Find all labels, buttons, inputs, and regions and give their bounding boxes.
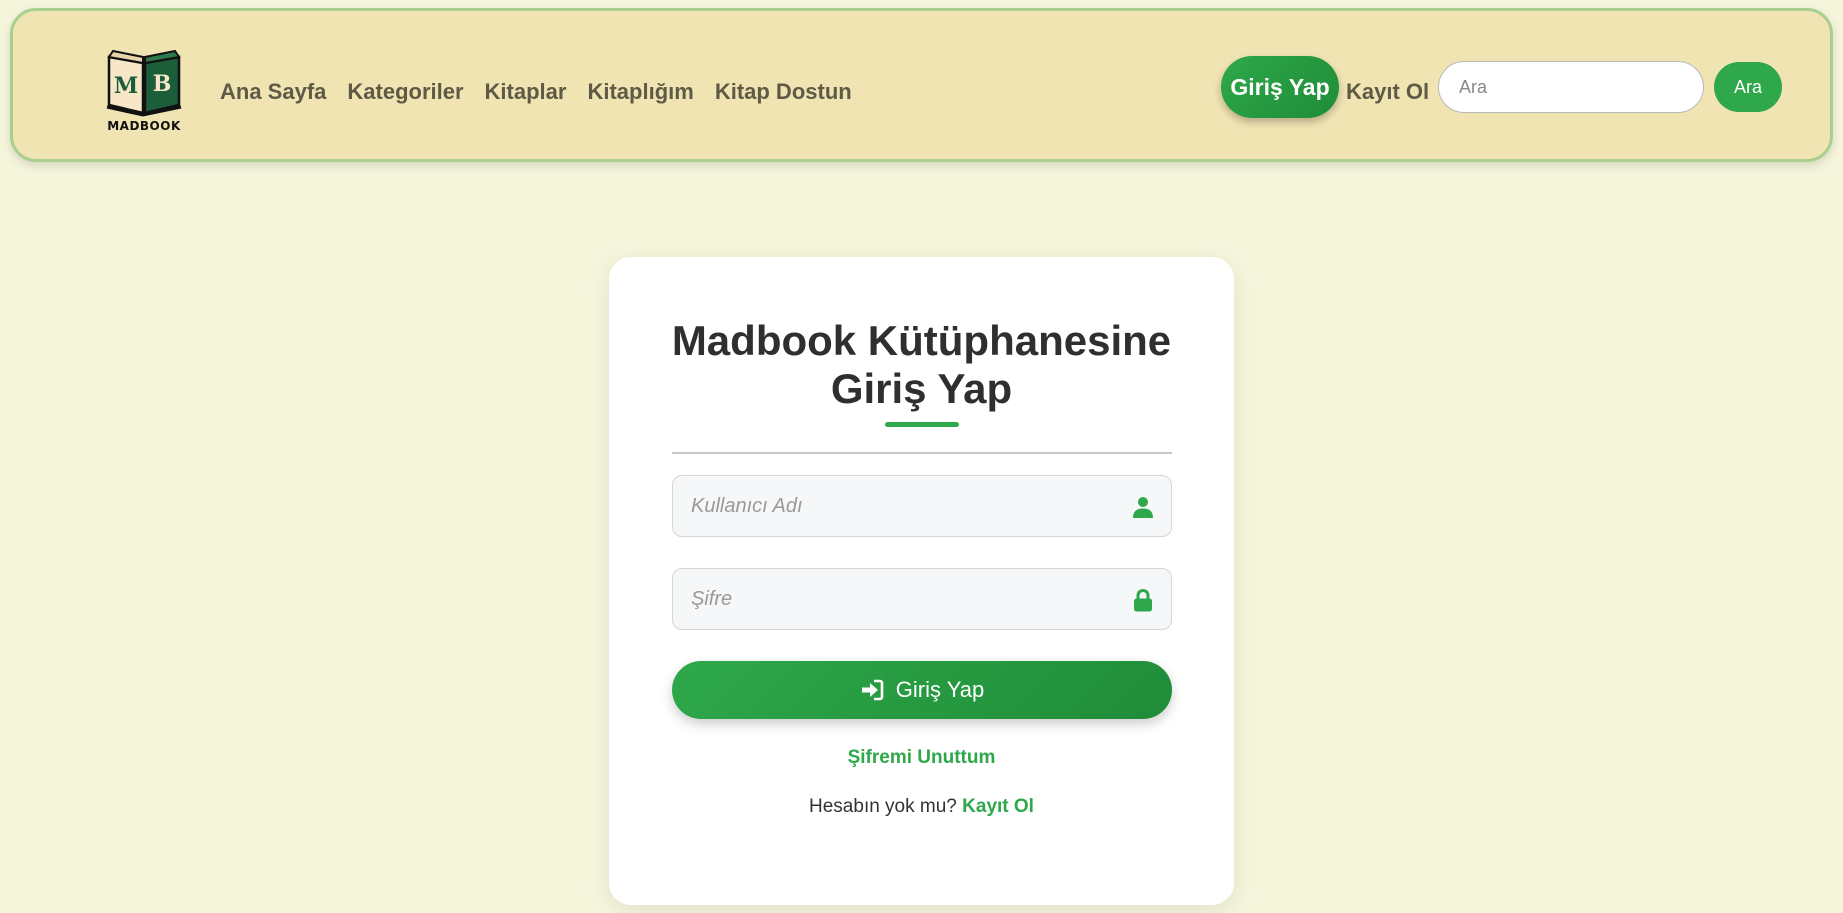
title-underline [885, 422, 959, 427]
book-logo-icon: M B [106, 49, 182, 117]
username-input[interactable] [673, 476, 1171, 536]
login-title-line1: Madbook Kütüphanesine [671, 317, 1172, 364]
user-icon [1133, 497, 1153, 518]
login-title-line2: Giriş Yap [830, 365, 1013, 412]
login-title: Madbook Kütüphanesine Giriş Yap [609, 317, 1234, 413]
login-card: Madbook Kütüphanesine Giriş Yap Giriş Ya… [609, 257, 1234, 905]
sign-in-icon [861, 679, 884, 701]
forgot-password-link[interactable]: Şifremi Unuttum [609, 747, 1234, 769]
header-register-button[interactable]: Kayıt Ol [1346, 79, 1429, 105]
nav-item-kitapligim[interactable]: Kitaplığım [587, 79, 693, 105]
site-header: M B MADBOOK Ana Sayfa Kategoriler Kitapl… [10, 8, 1833, 162]
svg-text:M: M [114, 73, 138, 99]
register-link[interactable]: Kayıt Ol [962, 796, 1034, 817]
signup-prompt: Hesabın yok mu? Kayıt Ol [609, 796, 1234, 818]
password-input[interactable] [673, 569, 1171, 629]
nav-item-kategoriler[interactable]: Kategoriler [347, 79, 463, 105]
password-field [672, 568, 1172, 630]
login-submit-button[interactable]: Giriş Yap [672, 661, 1172, 719]
signup-prompt-text: Hesabın yok mu? [809, 796, 957, 817]
username-field [672, 475, 1172, 537]
nav-item-kitap-dostun[interactable]: Kitap Dostun [715, 79, 852, 105]
svg-text:B: B [153, 71, 172, 97]
divider [672, 452, 1172, 454]
logo-text: MADBOOK [107, 119, 181, 133]
lock-icon [1134, 588, 1152, 612]
nav-item-kitaplar[interactable]: Kitaplar [485, 79, 567, 105]
main-nav: Ana Sayfa Kategoriler Kitaplar Kitaplığı… [220, 79, 852, 105]
nav-item-ana-sayfa[interactable]: Ana Sayfa [220, 79, 326, 105]
login-submit-label: Giriş Yap [895, 677, 985, 702]
madbook-logo[interactable]: M B MADBOOK [99, 45, 189, 137]
header-login-button[interactable]: Giriş Yap [1221, 56, 1339, 118]
search-input[interactable] [1438, 61, 1704, 113]
search-button[interactable]: Ara [1714, 62, 1782, 112]
